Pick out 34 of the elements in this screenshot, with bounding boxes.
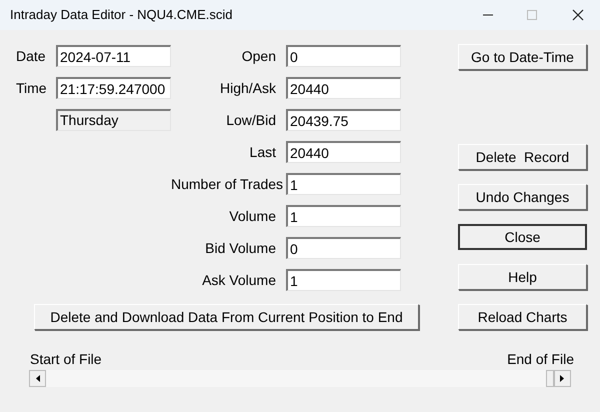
dialog-button[interactable]: Close bbox=[458, 224, 587, 250]
scroll-start-label: Start of File bbox=[30, 350, 102, 369]
dialog-button[interactable]: Delete and Download Data From Current Position to End bbox=[34, 304, 419, 330]
field-label: Open bbox=[240, 47, 277, 66]
input-field[interactable]: 1 bbox=[286, 173, 401, 195]
field-label: Bid Volume bbox=[204, 239, 277, 258]
scroll-bar[interactable] bbox=[29, 370, 571, 387]
field-label: Low/Bid bbox=[225, 111, 277, 130]
close-icon[interactable] bbox=[572, 9, 584, 21]
field-label: Ask Volume bbox=[201, 271, 277, 290]
dialog-button[interactable]: Undo Changes bbox=[458, 184, 587, 210]
field-label: Number of Trades bbox=[171, 175, 284, 194]
dialog-button[interactable]: Delete Record bbox=[458, 144, 587, 170]
dialog-button[interactable]: Reload Charts bbox=[458, 304, 587, 330]
input-field[interactable]: 20440 bbox=[286, 77, 401, 99]
dialog-button[interactable]: Go to Date-Time bbox=[458, 44, 587, 70]
input-field[interactable]: 2024-07-11 bbox=[56, 45, 171, 67]
input-field[interactable]: 1 bbox=[286, 205, 401, 227]
field-label: Time bbox=[16, 79, 48, 98]
input-field[interactable]: 1 bbox=[286, 269, 401, 291]
field-label: Date bbox=[16, 47, 47, 66]
field-label: Last bbox=[248, 143, 277, 162]
dialog-button[interactable]: Help bbox=[458, 264, 587, 290]
scroll-end-label: End of File bbox=[507, 350, 574, 369]
window-title: Intraday Data Editor - NQU4.CME.scid bbox=[10, 6, 233, 24]
input-field[interactable]: 20440 bbox=[286, 141, 401, 163]
input-field[interactable]: 21:17:59.247000 bbox=[56, 77, 171, 99]
weekday-display: Thursday bbox=[56, 109, 171, 131]
field-label: Volume bbox=[228, 207, 277, 226]
scroll-thumb[interactable] bbox=[546, 370, 554, 387]
input-field[interactable]: 0 bbox=[286, 237, 401, 259]
field-label: High/Ask bbox=[218, 79, 277, 98]
input-field[interactable]: 0 bbox=[286, 45, 401, 67]
input-field[interactable]: 20439.75 bbox=[286, 109, 401, 131]
